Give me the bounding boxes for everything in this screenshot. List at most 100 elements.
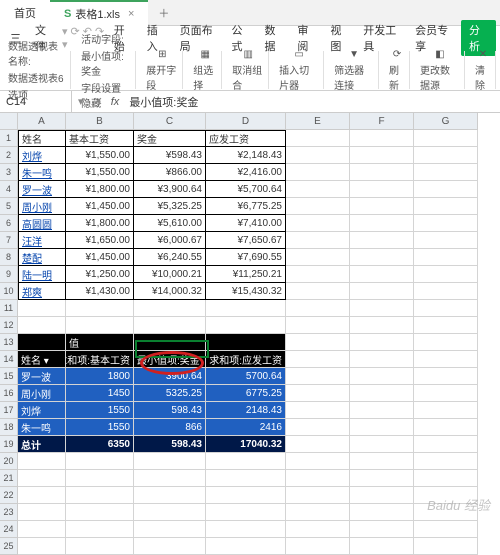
col-F[interactable]: F (350, 113, 414, 130)
cell[interactable]: 1550 (66, 402, 134, 419)
cell[interactable]: 6350 (66, 436, 134, 453)
cell[interactable] (134, 504, 206, 521)
cell[interactable] (134, 300, 206, 317)
row-header[interactable]: 25 (0, 538, 18, 555)
cell[interactable] (350, 487, 414, 504)
cell[interactable] (206, 317, 286, 334)
cell[interactable] (18, 487, 66, 504)
cell[interactable] (66, 300, 134, 317)
cell[interactable] (286, 147, 350, 164)
cell[interactable] (286, 538, 350, 555)
row-header[interactable]: 10 (0, 283, 18, 300)
cell[interactable] (350, 164, 414, 181)
row-header[interactable]: 4 (0, 181, 18, 198)
cell[interactable] (350, 453, 414, 470)
col-C[interactable]: C (134, 113, 206, 130)
cell[interactable] (414, 470, 478, 487)
cell[interactable] (134, 470, 206, 487)
cell[interactable] (286, 504, 350, 521)
cell[interactable]: 基本工资 (66, 130, 134, 147)
cell[interactable]: ¥1,550.00 (66, 164, 134, 181)
cell[interactable] (350, 334, 414, 351)
cell[interactable]: 5325.25 (134, 385, 206, 402)
cell[interactable] (414, 181, 478, 198)
row-header[interactable]: 15 (0, 368, 18, 385)
cell[interactable] (286, 266, 350, 283)
cell[interactable] (414, 419, 478, 436)
cell[interactable]: ¥7,690.55 (206, 249, 286, 266)
cell[interactable] (414, 266, 478, 283)
cell[interactable] (414, 300, 478, 317)
cell[interactable]: 1550 (66, 419, 134, 436)
cell[interactable]: ¥3,900.64 (134, 181, 206, 198)
cell[interactable] (414, 351, 478, 368)
row-header[interactable]: 22 (0, 487, 18, 504)
cell[interactable]: 866 (134, 419, 206, 436)
name-box[interactable]: C14 (0, 91, 72, 112)
cell[interactable] (414, 215, 478, 232)
cell[interactable]: 2148.43 (206, 402, 286, 419)
cell[interactable]: ¥10,000.21 (134, 266, 206, 283)
cell[interactable] (350, 266, 414, 283)
row-header[interactable]: 11 (0, 300, 18, 317)
grp-expand[interactable]: ⊞展开字段 (142, 51, 183, 89)
cell[interactable]: 3900.64 (134, 368, 206, 385)
cell[interactable] (18, 334, 66, 351)
grp-filter-conn[interactable]: ▼筛选器连接 (330, 51, 379, 89)
cell[interactable] (206, 300, 286, 317)
cell[interactable]: ¥11,250.21 (206, 266, 286, 283)
cell[interactable]: 周小刚 (18, 198, 66, 215)
grp-group-sel[interactable]: ▦组选择 (189, 51, 222, 89)
cell[interactable]: ¥14,000.32 (134, 283, 206, 300)
cell[interactable] (350, 385, 414, 402)
cell[interactable] (286, 385, 350, 402)
cell[interactable] (350, 351, 414, 368)
cell[interactable]: 598.43 (134, 436, 206, 453)
cell[interactable] (18, 504, 66, 521)
grp-clear[interactable]: ✕清除 (471, 51, 496, 89)
cell[interactable]: 姓名 ▾ (18, 351, 66, 368)
cell[interactable] (286, 334, 350, 351)
cell[interactable] (286, 198, 350, 215)
row-header[interactable]: 3 (0, 164, 18, 181)
cell[interactable]: 刘烨 (18, 147, 66, 164)
cell[interactable] (286, 436, 350, 453)
spreadsheet-grid[interactable]: A B C D E F G 1姓名基本工资奖金应发工资2刘烨¥1,550.00¥… (0, 113, 500, 555)
cell[interactable]: ¥1,450.00 (66, 198, 134, 215)
cell[interactable]: 楚配 (18, 249, 66, 266)
cell[interactable] (350, 470, 414, 487)
fx-icon[interactable]: fx (107, 96, 124, 108)
row-header[interactable]: 7 (0, 232, 18, 249)
col-B[interactable]: B (66, 113, 134, 130)
cell[interactable] (66, 470, 134, 487)
cell[interactable] (286, 351, 350, 368)
row-header[interactable]: 18 (0, 419, 18, 436)
row-header[interactable]: 8 (0, 249, 18, 266)
cell[interactable]: ¥15,430.32 (206, 283, 286, 300)
cell[interactable]: 奖金 (134, 130, 206, 147)
cell[interactable]: 刘烨 (18, 402, 66, 419)
grp-datasource[interactable]: ◧更改数据源 (416, 51, 465, 89)
cell[interactable]: 17040.32 (206, 436, 286, 453)
cell[interactable]: 5700.64 (206, 368, 286, 385)
cell[interactable] (286, 300, 350, 317)
cell[interactable]: 汪洋 (18, 232, 66, 249)
cell[interactable]: ¥5,700.64 (206, 181, 286, 198)
cell[interactable]: 周小刚 (18, 385, 66, 402)
cell[interactable] (206, 538, 286, 555)
cell[interactable]: 6775.25 (206, 385, 286, 402)
cell[interactable] (414, 283, 478, 300)
cell[interactable] (66, 538, 134, 555)
cell[interactable]: ¥5,610.00 (134, 215, 206, 232)
cell[interactable]: 高圆圆 (18, 215, 66, 232)
cell[interactable] (286, 487, 350, 504)
row-header[interactable]: 1 (0, 130, 18, 147)
cell[interactable] (414, 147, 478, 164)
cell[interactable] (18, 317, 66, 334)
cell[interactable] (66, 317, 134, 334)
cell[interactable] (350, 538, 414, 555)
cell[interactable] (350, 232, 414, 249)
cell[interactable] (350, 147, 414, 164)
cell[interactable]: ¥5,325.25 (134, 198, 206, 215)
row-header[interactable]: 13 (0, 334, 18, 351)
